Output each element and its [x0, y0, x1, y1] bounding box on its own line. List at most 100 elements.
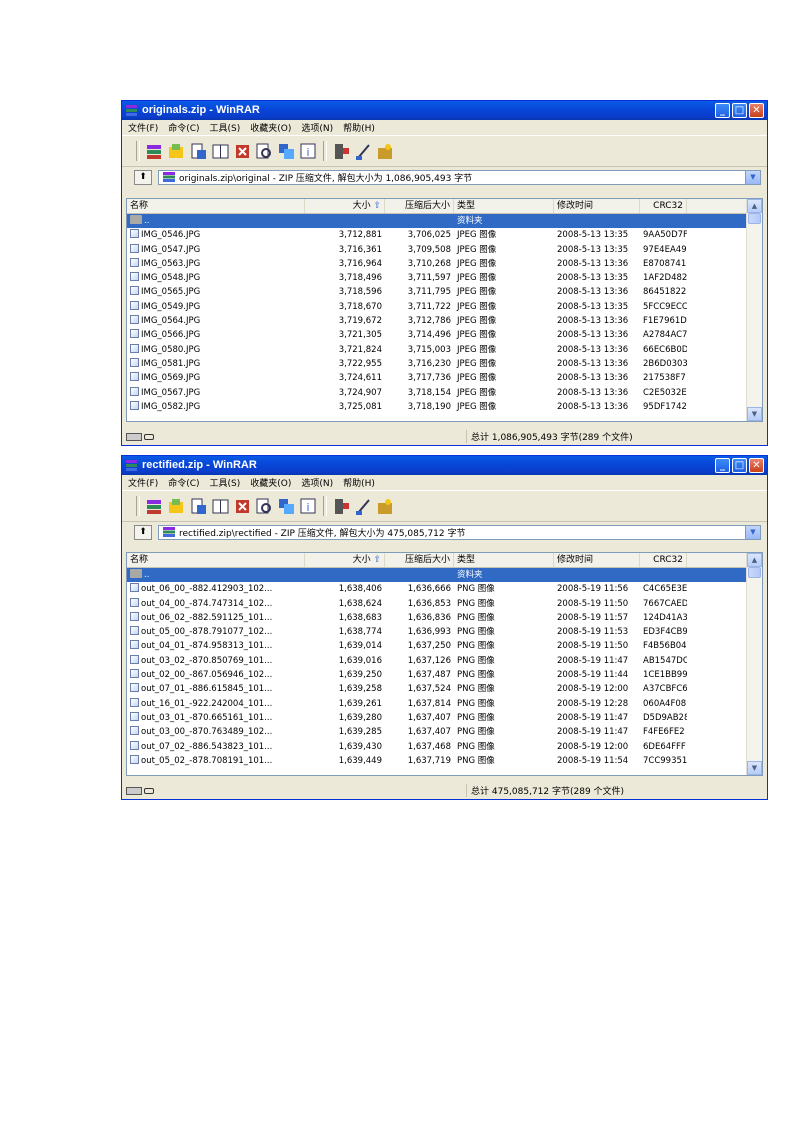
- info-icon[interactable]: i: [299, 142, 318, 161]
- file-row[interactable]: IMG_0565.JPG 3,718,596 3,711,795 JPEG 图像 200…: [127, 285, 762, 299]
- menu-file[interactable]: 文件(F): [128, 121, 158, 134]
- file-name: out_16_01_-922.242004_101...: [141, 698, 273, 709]
- up-folder-button[interactable]: ⬆: [134, 169, 152, 185]
- menu-tools[interactable]: 工具(S): [210, 476, 241, 489]
- file-row[interactable]: IMG_0569.JPG 3,724,611 3,717,736 JPEG 图像 200…: [127, 371, 762, 385]
- info-icon[interactable]: i: [299, 497, 318, 516]
- file-type: PNG 图像: [457, 627, 495, 638]
- file-row[interactable]: IMG_0580.JPG 3,721,824 3,715,003 JPEG 图像 200…: [127, 343, 762, 357]
- close-button[interactable]: ✕: [749, 103, 764, 118]
- file-row[interactable]: IMG_0567.JPG 3,724,907 3,718,154 JPEG 图像 200…: [127, 386, 762, 400]
- wizard-icon[interactable]: [277, 497, 296, 516]
- col-crc[interactable]: CRC32: [640, 553, 687, 567]
- col-modified[interactable]: 修改时间: [554, 553, 640, 567]
- delete-icon[interactable]: [233, 142, 252, 161]
- file-row[interactable]: out_05_00_-878.791077_102... 1,638,774 1,6…: [127, 625, 762, 639]
- parent-folder-row[interactable]: .. 资料夹: [127, 568, 762, 583]
- col-packed[interactable]: 压缩后大小: [385, 199, 454, 213]
- file-row[interactable]: out_04_01_-874.958313_101... 1,639,014 1,6…: [127, 639, 762, 653]
- file-row[interactable]: out_03_00_-870.763489_102... 1,639,285 1,6…: [127, 725, 762, 739]
- file-row[interactable]: IMG_0547.JPG 3,716,361 3,709,508 JPEG 图像 200…: [127, 243, 762, 257]
- test-icon[interactable]: [189, 142, 208, 161]
- image-file-icon: [130, 257, 139, 267]
- title-bar[interactable]: rectified.zip - WinRAR _ □ ✕: [122, 456, 767, 475]
- scroll-up-icon[interactable]: ▲: [747, 553, 762, 567]
- col-size[interactable]: 大小 ⇧: [305, 553, 385, 567]
- scroll-down-icon[interactable]: ▼: [747, 761, 762, 775]
- file-row[interactable]: out_06_02_-882.591125_101... 1,638,683 1,6…: [127, 611, 762, 625]
- menu-help[interactable]: 帮助(H): [343, 121, 375, 134]
- col-type[interactable]: 类型: [454, 553, 554, 567]
- path-field[interactable]: rectified.zip\rectified - ZIP 压缩文件, 解包大小…: [158, 524, 761, 540]
- menu-favorites[interactable]: 收藏夹(O): [250, 476, 291, 489]
- vertical-scrollbar[interactable]: ▲ ▼: [746, 199, 762, 421]
- col-crc[interactable]: CRC32: [640, 199, 687, 213]
- file-row[interactable]: IMG_0582.JPG 3,725,081 3,718,190 JPEG 图像 200…: [127, 400, 762, 414]
- menu-tools[interactable]: 工具(S): [210, 121, 241, 134]
- file-row[interactable]: out_07_02_-886.543823_101... 1,639,430 1,6…: [127, 740, 762, 754]
- extract-to-icon[interactable]: [167, 497, 186, 516]
- close-button[interactable]: ✕: [749, 458, 764, 473]
- add-icon[interactable]: [145, 142, 164, 161]
- file-row[interactable]: IMG_0548.JPG 3,718,496 3,711,597 JPEG 图像 200…: [127, 271, 762, 285]
- scroll-up-icon[interactable]: ▲: [747, 199, 762, 213]
- menu-favorites[interactable]: 收藏夹(O): [250, 121, 291, 134]
- file-row[interactable]: out_03_02_-870.850769_101... 1,639,016 1,6…: [127, 654, 762, 668]
- scroll-thumb[interactable]: [748, 567, 761, 578]
- menu-options[interactable]: 选项(N): [301, 121, 333, 134]
- file-row[interactable]: out_02_00_-867.056946_102... 1,639,250 1,6…: [127, 668, 762, 682]
- find-icon[interactable]: [255, 497, 274, 516]
- view-icon[interactable]: [211, 142, 230, 161]
- minimize-button[interactable]: _: [715, 103, 730, 118]
- wizard-icon[interactable]: [277, 142, 296, 161]
- file-row[interactable]: out_03_01_-870.665161_101... 1,639,280 1,6…: [127, 711, 762, 725]
- col-name[interactable]: 名称: [127, 553, 305, 567]
- file-row[interactable]: out_07_01_-886.615845_101... 1,639,258 1,6…: [127, 682, 762, 696]
- file-row[interactable]: out_05_02_-878.708191_101... 1,639,449 1,6…: [127, 754, 762, 768]
- scroll-thumb[interactable]: [748, 213, 761, 224]
- file-row[interactable]: IMG_0546.JPG 3,712,881 3,706,025 JPEG 图像 200…: [127, 228, 762, 242]
- minimize-button[interactable]: _: [715, 458, 730, 473]
- menu-help[interactable]: 帮助(H): [343, 476, 375, 489]
- file-row[interactable]: out_06_00_-882.412903_102... 1,638,406 1,6…: [127, 582, 762, 596]
- menu-commands[interactable]: 命令(C): [168, 121, 199, 134]
- col-packed[interactable]: 压缩后大小: [385, 553, 454, 567]
- file-modified: 2008-5-19 11:47: [557, 712, 629, 723]
- menu-commands[interactable]: 命令(C): [168, 476, 199, 489]
- up-folder-button[interactable]: ⬆: [134, 524, 152, 540]
- sfx-icon[interactable]: [376, 497, 395, 516]
- file-row[interactable]: out_16_01_-922.242004_101... 1,639,261 1,6…: [127, 697, 762, 711]
- find-icon[interactable]: [255, 142, 274, 161]
- col-type[interactable]: 类型: [454, 199, 554, 213]
- scroll-down-icon[interactable]: ▼: [747, 407, 762, 421]
- maximize-button[interactable]: □: [732, 103, 747, 118]
- file-row[interactable]: out_04_00_-874.747314_102... 1,638,624 1,6…: [127, 597, 762, 611]
- sfx-icon[interactable]: [376, 142, 395, 161]
- file-row[interactable]: IMG_0549.JPG 3,718,670 3,711,722 JPEG 图像 200…: [127, 300, 762, 314]
- test-icon[interactable]: [189, 497, 208, 516]
- menu-file[interactable]: 文件(F): [128, 476, 158, 489]
- title-bar[interactable]: originals.zip - WinRAR _ □ ✕: [122, 101, 767, 120]
- col-size[interactable]: 大小 ⇧: [305, 199, 385, 213]
- vertical-scrollbar[interactable]: ▲ ▼: [746, 553, 762, 775]
- maximize-button[interactable]: □: [732, 458, 747, 473]
- path-dropdown-icon[interactable]: ▼: [745, 525, 760, 539]
- comment-icon[interactable]: [354, 497, 373, 516]
- file-row[interactable]: IMG_0563.JPG 3,716,964 3,710,268 JPEG 图像 200…: [127, 257, 762, 271]
- col-name[interactable]: 名称: [127, 199, 305, 213]
- file-row[interactable]: IMG_0566.JPG 3,721,305 3,714,496 JPEG 图像 200…: [127, 328, 762, 342]
- virus-scan-icon[interactable]: [332, 142, 351, 161]
- path-dropdown-icon[interactable]: ▼: [745, 170, 760, 184]
- delete-icon[interactable]: [233, 497, 252, 516]
- virus-scan-icon[interactable]: [332, 497, 351, 516]
- comment-icon[interactable]: [354, 142, 373, 161]
- col-modified[interactable]: 修改时间: [554, 199, 640, 213]
- path-field[interactable]: originals.zip\original - ZIP 压缩文件, 解包大小为…: [158, 169, 761, 185]
- parent-folder-row[interactable]: .. 资料夹: [127, 214, 762, 229]
- file-row[interactable]: IMG_0581.JPG 3,722,955 3,716,230 JPEG 图像 200…: [127, 357, 762, 371]
- view-icon[interactable]: [211, 497, 230, 516]
- file-row[interactable]: IMG_0564.JPG 3,719,672 3,712,786 JPEG 图像 200…: [127, 314, 762, 328]
- add-icon[interactable]: [145, 497, 164, 516]
- extract-to-icon[interactable]: [167, 142, 186, 161]
- menu-options[interactable]: 选项(N): [301, 476, 333, 489]
